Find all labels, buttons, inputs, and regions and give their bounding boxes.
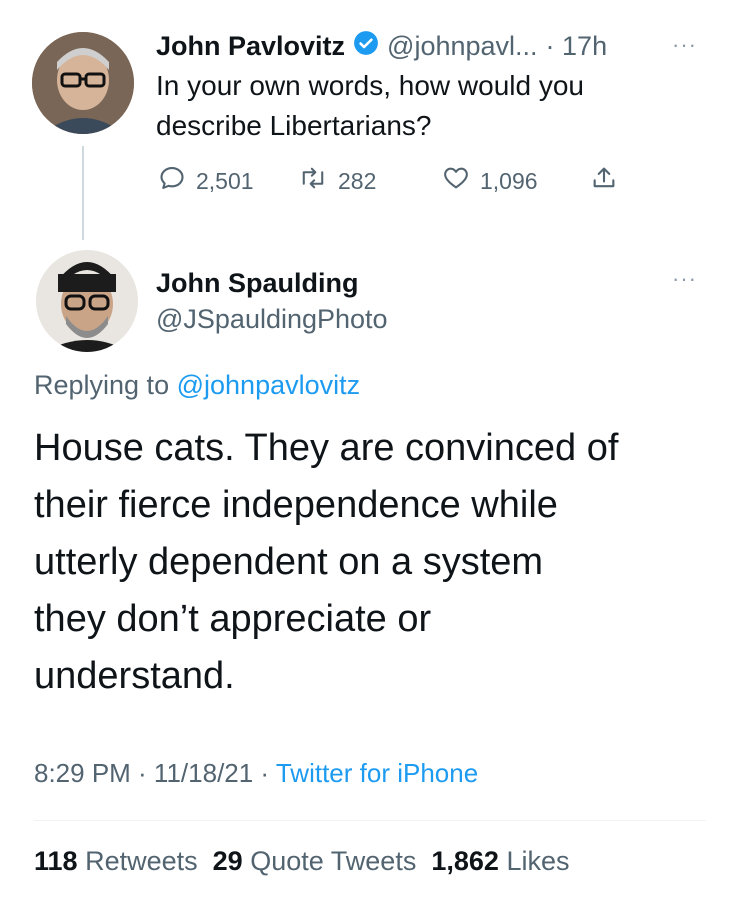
- reply-icon: [158, 164, 186, 198]
- retweets-label: Retweets: [85, 846, 198, 876]
- heart-icon: [442, 164, 470, 198]
- quotes-stat[interactable]: 29 Quote Tweets: [213, 846, 417, 876]
- retweet-icon: [298, 164, 328, 198]
- like-count: 1,096: [480, 167, 538, 194]
- parent-tweet-text: In your own words, how would you describ…: [156, 66, 584, 146]
- more-options-icon[interactable]: ···: [672, 32, 697, 58]
- parent-tweet-header: John Pavlovitz @johnpavl... · 17h: [156, 28, 716, 64]
- likes-count: 1,862: [431, 846, 499, 876]
- tweet-text-line: they don’t appreciate or: [34, 598, 432, 640]
- divider: [34, 820, 706, 821]
- reply-action[interactable]: 2,501: [158, 164, 254, 198]
- replying-to-label: Replying to: [34, 370, 170, 400]
- tweet-text-line: understand.: [34, 655, 235, 697]
- more-options-icon[interactable]: ···: [672, 266, 697, 292]
- avatar-photo: [32, 32, 134, 134]
- retweets-stat[interactable]: 118 Retweets: [34, 846, 198, 876]
- reply-count: 2,501: [196, 167, 254, 194]
- tweet-text-line: In your own words, how would you: [156, 70, 584, 101]
- verified-badge-icon: [353, 30, 379, 63]
- tweet-actions: 2,501 282 1,096: [158, 162, 638, 198]
- quotes-count: 29: [212, 846, 243, 876]
- tweet-time[interactable]: · 17h: [546, 31, 608, 62]
- timestamp[interactable]: 8:29 PM · 11/18/21 ·: [34, 758, 269, 788]
- tweet-text-line: House cats. They are convinced of: [34, 427, 619, 469]
- author-handle[interactable]: @JSpauldingPhoto: [156, 304, 388, 335]
- reply-tweet-text: House cats. They are convinced of their …: [34, 420, 724, 705]
- tweet-source[interactable]: Twitter for iPhone: [276, 758, 478, 788]
- tweet-text-line: utterly dependent on a system: [34, 541, 544, 583]
- tweet-text-line: their fierce independence while: [34, 484, 558, 526]
- likes-stat[interactable]: 1,862 Likes: [431, 846, 569, 876]
- replying-to: Replying to @johnpavlovitz: [34, 370, 360, 401]
- likes-label: Likes: [506, 846, 570, 876]
- retweet-count: 282: [338, 167, 377, 194]
- avatar-photo: [36, 250, 138, 352]
- quotes-label: Quote Tweets: [250, 846, 417, 876]
- avatar[interactable]: [32, 32, 134, 134]
- tweet-text-line: describe Libertarians?: [156, 110, 432, 141]
- retweet-action[interactable]: 282: [298, 164, 376, 198]
- avatar[interactable]: [36, 250, 138, 352]
- tweet-stats: 118 Retweets 29 Quote Tweets 1,862 Likes: [34, 846, 569, 877]
- author-handle[interactable]: @johnpavl...: [387, 31, 538, 62]
- like-action[interactable]: 1,096: [442, 164, 538, 198]
- thread-connector: [82, 146, 84, 240]
- author-name[interactable]: John Spaulding: [156, 268, 359, 299]
- author-name[interactable]: John Pavlovitz: [156, 31, 345, 62]
- tweet-timestamp: 8:29 PM · 11/18/21 · Twitter for iPhone: [34, 758, 478, 789]
- share-icon[interactable]: [590, 164, 618, 197]
- retweets-count: 118: [34, 846, 78, 876]
- replying-to-handle[interactable]: @johnpavlovitz: [177, 370, 361, 400]
